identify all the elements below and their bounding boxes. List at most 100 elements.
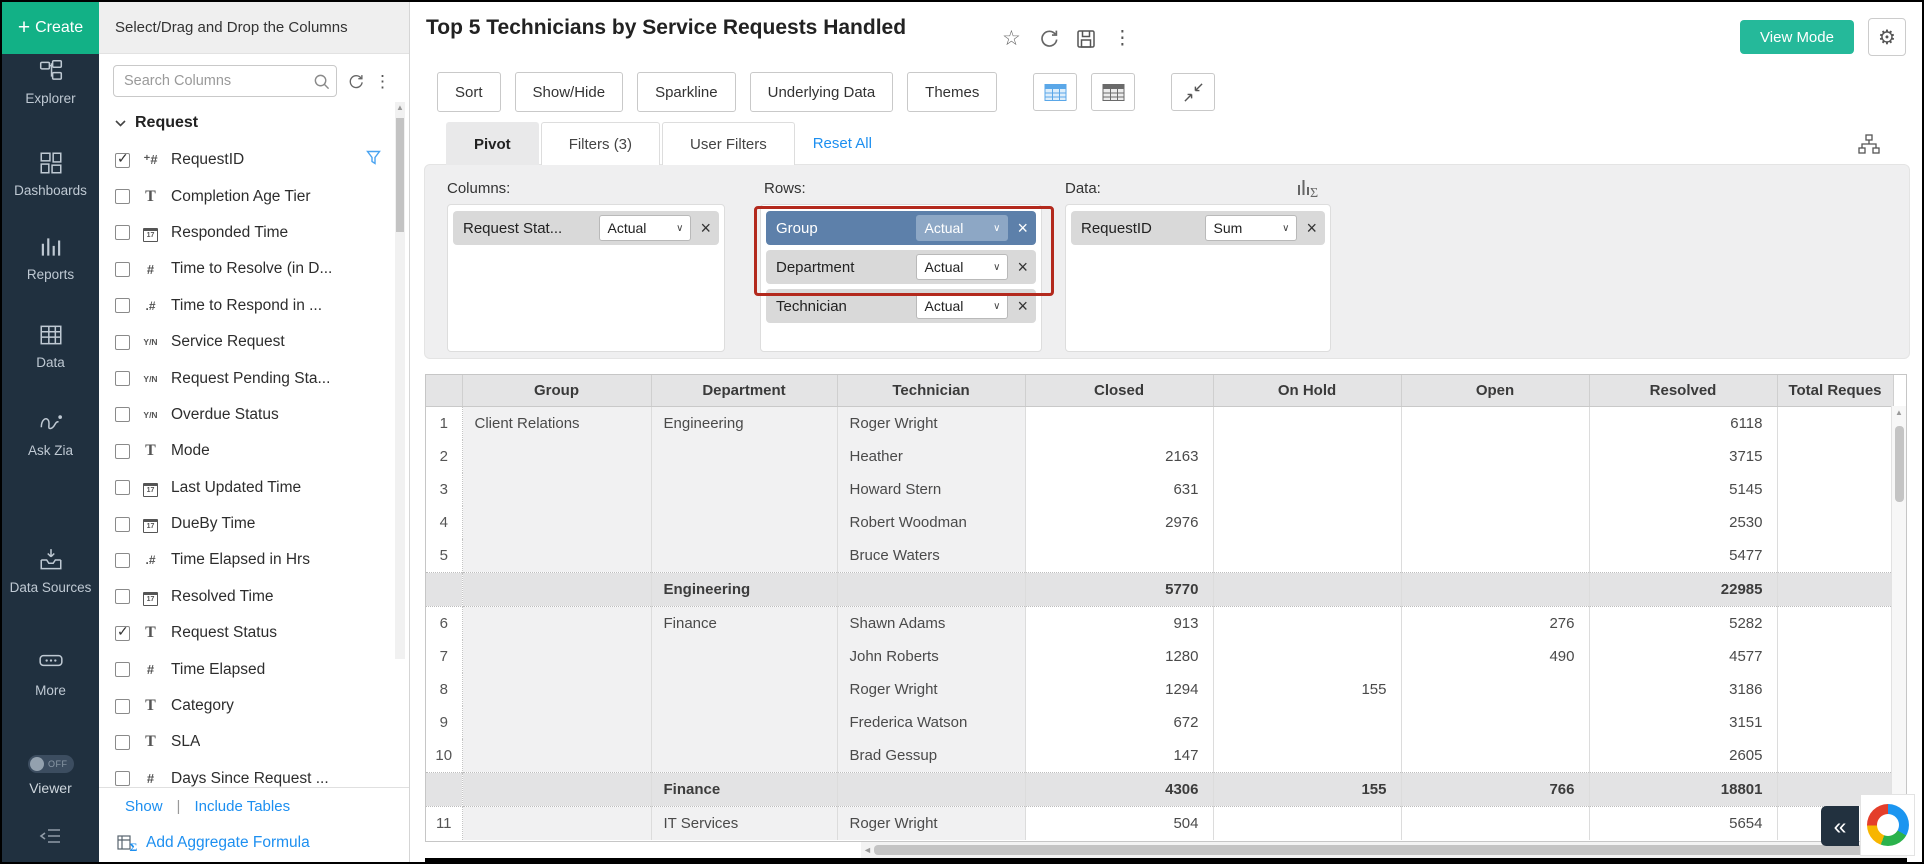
search-input[interactable] [122,72,313,90]
include-tables-link[interactable]: Include Tables [194,798,290,815]
refresh-report-icon[interactable] [1038,28,1059,49]
chip-aggregate-dropdown[interactable]: Actual∨ [916,293,1008,319]
table-horizontal-scrollbar[interactable]: ◄ [861,842,1907,858]
field-checkbox[interactable] [115,480,130,495]
classic-view-button[interactable] [1091,73,1135,111]
sidebar-item-dashboards[interactable]: Dashboards [2,150,99,199]
view-mode-button[interactable]: View Mode [1740,20,1854,54]
field-row[interactable]: TSLA [109,724,383,760]
field-row[interactable]: Y/NService Request [109,324,383,360]
compact-view-button[interactable] [1033,73,1077,111]
sidebar-item-data[interactable]: Data [2,322,99,371]
tab-pivot[interactable]: Pivot [446,122,539,165]
field-row[interactable]: TCategory [109,688,383,724]
report-menu-icon[interactable]: ⋮ [1113,29,1132,48]
collapse-panel-button[interactable] [1171,73,1215,111]
field-row[interactable]: 17Last Updated Time [109,470,383,506]
sidebar-item-askzia[interactable]: Ask Zia [2,410,99,459]
chip-request-stat-[interactable]: Request Stat...Actual∨× [453,211,719,245]
collapse-right-panel-button[interactable]: « [1821,806,1859,846]
field-checkbox[interactable] [115,553,130,568]
chip-remove-icon[interactable]: × [1017,258,1028,276]
vertical-scrollbar-thumb[interactable] [1895,426,1904,502]
tab-user-filters[interactable]: User Filters [662,122,795,165]
rows-drop-zone[interactable]: GroupActual∨×DepartmentActual∨×Technicia… [760,204,1042,352]
field-row[interactable]: Y/NOverdue Status [109,397,383,433]
field-checkbox[interactable] [115,444,130,459]
favorite-star-icon[interactable]: ☆ [1002,26,1021,51]
chip-remove-icon[interactable]: × [1306,219,1317,237]
filter-funnel-icon[interactable] [366,150,381,170]
sidebar-collapse-button[interactable] [2,824,99,853]
field-checkbox[interactable] [115,699,130,714]
field-checkbox[interactable] [115,371,130,386]
chip-aggregate-dropdown[interactable]: Sum∨ [1205,215,1297,241]
field-checkbox[interactable] [115,771,130,786]
field-row[interactable]: 17DueBy Time [109,506,383,542]
field-row[interactable]: ⁺#RequestID [109,142,383,178]
summary-sigma-icon[interactable]: Σ [1296,176,1322,203]
chip-group[interactable]: GroupActual∨× [766,211,1036,245]
refresh-columns-icon[interactable] [347,73,364,90]
panel-scrollbar[interactable]: ▲ [395,102,405,659]
field-row[interactable]: Y/NRequest Pending Sta... [109,360,383,396]
field-row[interactable]: .#Time to Respond in ... [109,288,383,324]
chip-technician[interactable]: TechnicianActual∨× [766,289,1036,323]
field-checkbox[interactable] [115,262,130,277]
show-link[interactable]: Show [125,798,163,815]
field-row[interactable]: TRequest Status [109,615,383,651]
viewer-toggle[interactable]: OFF [28,755,74,773]
add-aggregate-row[interactable]: Σ Add Aggregate Formula [99,824,409,862]
field-checkbox[interactable] [115,589,130,604]
field-row[interactable]: 17Responded Time [109,215,383,251]
sidebar-item-more[interactable]: More [2,650,99,699]
themes-button[interactable]: Themes [907,72,997,112]
field-checkbox[interactable] [115,189,130,204]
chip-aggregate-dropdown[interactable]: Actual∨ [916,215,1008,241]
sort-button[interactable]: Sort [437,72,501,112]
tab-filters-3-[interactable]: Filters (3) [541,122,660,165]
aggregate-value: Actual [924,220,963,236]
field-row[interactable]: 17Resolved Time [109,579,383,615]
show-hide-button[interactable]: Show/Hide [515,72,624,112]
table-vertical-scrollbar[interactable]: ▲ [1891,406,1906,841]
sidebar-item-explorer[interactable]: Explorer [2,58,99,107]
sparkline-button[interactable]: Sparkline [637,72,736,112]
data-drop-zone[interactable]: RequestIDSum∨× [1065,204,1331,352]
field-row[interactable]: #Time to Resolve (in D... [109,251,383,287]
create-button[interactable]: + Create [2,2,99,54]
field-checkbox[interactable] [115,662,130,677]
field-checkbox[interactable] [115,407,130,422]
field-checkbox[interactable] [115,298,130,313]
reset-all-link[interactable]: Reset All [813,135,872,152]
chip-remove-icon[interactable]: × [1017,219,1028,237]
chip-remove-icon[interactable]: × [1017,297,1028,315]
field-checkbox[interactable] [115,335,130,350]
field-row[interactable]: #Time Elapsed [109,651,383,687]
field-checkbox[interactable] [115,735,130,750]
horizontal-scrollbar-thumb[interactable] [874,845,1905,855]
field-checkbox[interactable] [115,153,130,168]
panel-menu-icon[interactable]: ⋮ [374,73,391,90]
sidebar-item-reports[interactable]: Reports [2,234,99,283]
hierarchy-view-icon[interactable] [1858,134,1880,160]
field-row[interactable]: .#Time Elapsed in Hrs [109,542,383,578]
chip-aggregate-dropdown[interactable]: Actual∨ [916,254,1008,280]
underlying-data-button[interactable]: Underlying Data [750,72,894,112]
field-row[interactable]: TCompletion Age Tier [109,178,383,214]
field-checkbox[interactable] [115,626,130,641]
pivot-table: GroupDepartmentTechnicianClosedOn HoldOp… [426,375,1894,840]
panel-scrollbar-thumb[interactable] [396,118,404,232]
columns-drop-zone[interactable]: Request Stat...Actual∨× [447,204,725,352]
save-icon[interactable] [1076,29,1096,49]
field-checkbox[interactable] [115,517,130,532]
chip-remove-icon[interactable]: × [700,219,711,237]
field-row[interactable]: TMode [109,433,383,469]
request-section-header[interactable]: Request [115,114,198,132]
field-checkbox[interactable] [115,225,130,240]
sidebar-item-datasources[interactable]: Data Sources [2,547,99,596]
chip-aggregate-dropdown[interactable]: Actual∨ [599,215,691,241]
chip-requestid[interactable]: RequestIDSum∨× [1071,211,1325,245]
settings-gear-icon[interactable]: ⚙ [1868,18,1906,56]
chip-department[interactable]: DepartmentActual∨× [766,250,1036,284]
